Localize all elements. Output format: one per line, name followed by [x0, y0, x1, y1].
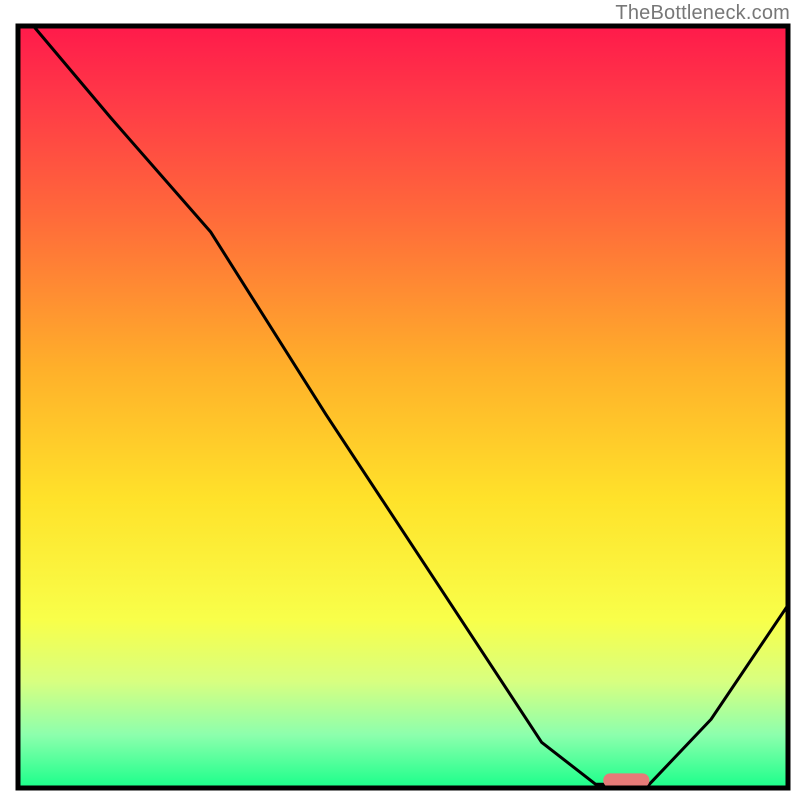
plot-area [18, 26, 788, 788]
watermark-text: TheBottleneck.com [615, 2, 790, 25]
chart-svg [0, 0, 800, 800]
bottleneck-chart: TheBottleneck.com [0, 0, 800, 800]
optimal-marker [603, 773, 649, 787]
